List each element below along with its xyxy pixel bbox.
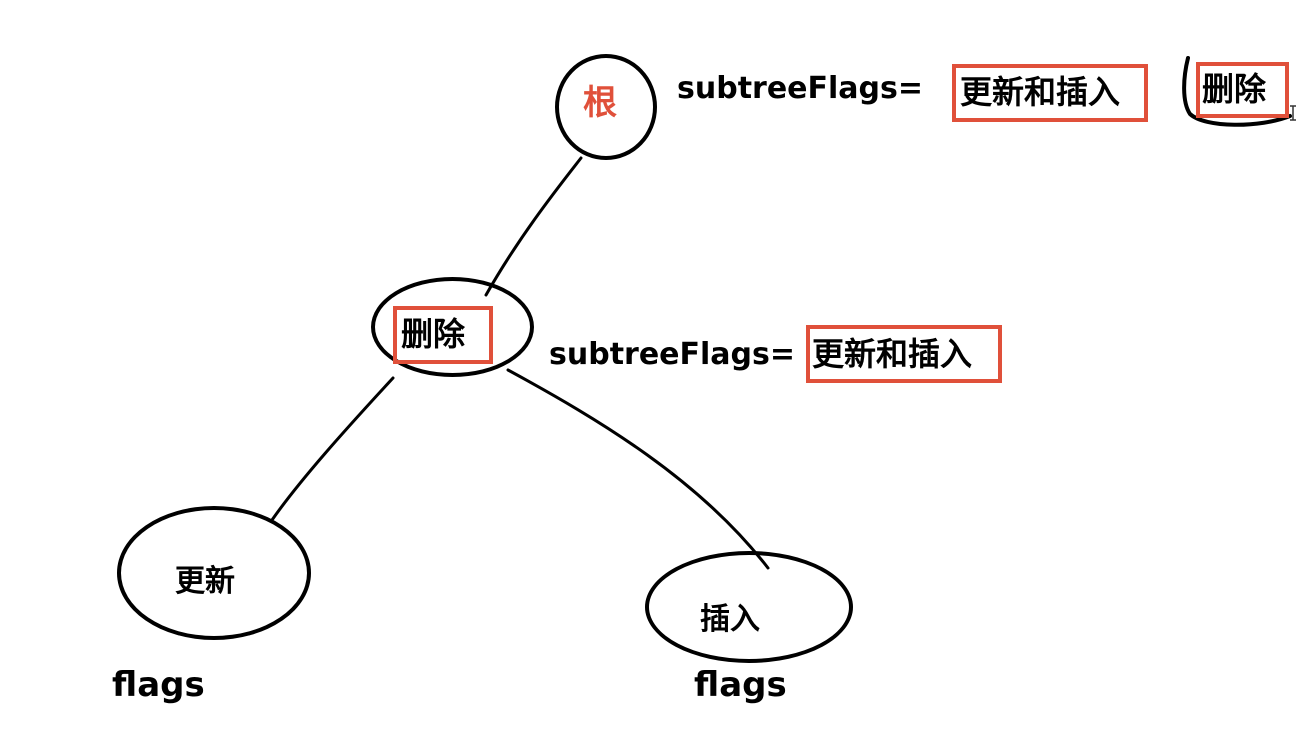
middle-subtree-flags-key: subtreeFlags= — [549, 337, 796, 372]
edge-middle-to-right-leaf — [506, 368, 770, 570]
edge-middle-to-left-leaf — [270, 376, 395, 522]
tree-diagram: 根 subtreeFlags= 更新和插入 删除 删除 subtreeFlags… — [0, 0, 1308, 734]
edge-root-to-middle — [484, 156, 583, 297]
root-node-label: 根 — [583, 83, 617, 123]
root-subtree-flags-key: subtreeFlags= — [677, 71, 924, 106]
right-leaf-label: 插入 — [700, 602, 760, 637]
root-subtree-flags-value-2: 删除 — [1202, 70, 1267, 108]
middle-node-label: 删除 — [401, 315, 466, 353]
left-leaf-flags-caption: flags — [112, 665, 205, 705]
root-subtree-flags-value-1: 更新和插入 — [960, 73, 1121, 111]
left-leaf-label: 更新 — [175, 564, 235, 599]
right-leaf-flags-caption: flags — [694, 665, 787, 705]
cursor-mark — [1290, 105, 1296, 121]
middle-subtree-flags-value: 更新和插入 — [812, 335, 973, 373]
